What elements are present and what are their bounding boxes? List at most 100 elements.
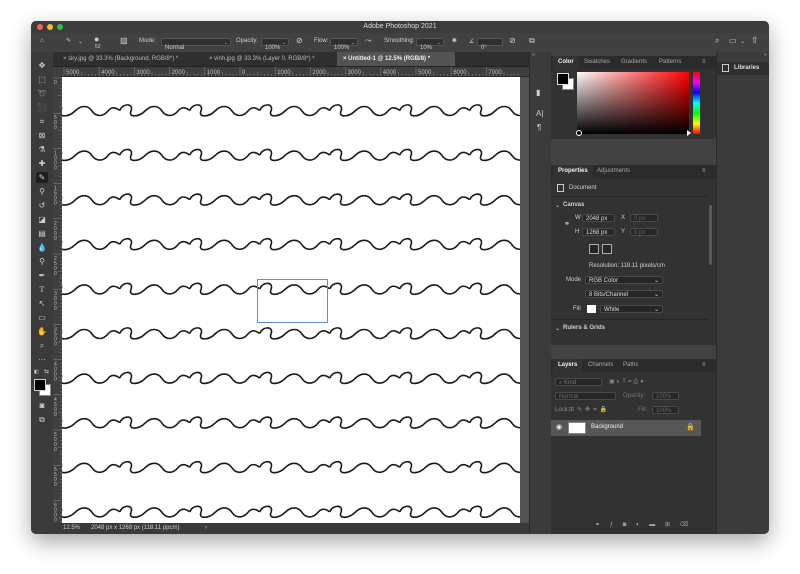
canvas-section-chevron-icon[interactable]: ⌄ <box>555 202 560 209</box>
mode-dropdown[interactable]: Normal ⌄ <box>161 38 231 51</box>
swap-colors-icon[interactable]: ⇆ <box>44 368 49 375</box>
height-field[interactable]: 1268 px <box>582 228 615 236</box>
eraser-tool-icon[interactable]: ◪ <box>36 214 48 225</box>
tab-sky[interactable]: × sky.jpg @ 33.3% (Background, RGB/8*) * <box>57 52 203 66</box>
dodge-tool-icon[interactable]: ⚲ <box>36 256 48 267</box>
y-field[interactable]: 0 px <box>630 228 658 236</box>
tab-channels[interactable]: Channels <box>583 359 618 372</box>
move-tool-icon[interactable]: ✥ <box>36 60 48 71</box>
fill-dropdown[interactable]: White ⌄ <box>600 305 663 313</box>
panel-collapse-arrows[interactable]: » <box>764 52 767 58</box>
color-field-picker[interactable] <box>576 130 582 136</box>
default-colors-icon[interactable]: ◧ <box>34 369 40 375</box>
pen-tool-icon[interactable]: ✒ <box>36 270 48 281</box>
tab-paths[interactable]: Paths <box>618 359 643 372</box>
history-panel-icon[interactable]: ▮ <box>536 88 540 97</box>
brush-tool-preset-icon[interactable]: ✎ <box>66 37 71 46</box>
landscape-orientation-button[interactable] <box>602 244 612 254</box>
tab-vinh[interactable]: × vinh.jpg @ 33.3% (Layer 0, RGB/8*) * <box>203 52 337 66</box>
layer-actions-icons[interactable]: ⚭ ƒ ◙ ◐ ▬ ⊞ ⌫ <box>595 521 692 528</box>
lock-icons[interactable]: ⊞✎✥⌗🔒 <box>569 406 610 414</box>
clone-stamp-tool-icon[interactable]: ⚲ <box>36 186 48 197</box>
rectangle-tool-icon[interactable]: ▭ <box>36 312 48 323</box>
blend-mode-dropdown[interactable]: Normal <box>555 392 616 400</box>
character-panel-icon[interactable]: A| <box>536 109 543 118</box>
screen-mode-icon[interactable]: ⧉ <box>36 414 48 425</box>
marquee-tool-icon[interactable]: ⬚ <box>36 74 48 85</box>
chevron-down-icon[interactable]: ⌄ <box>78 38 83 45</box>
frame-tool-icon[interactable]: ⊠ <box>36 130 48 141</box>
paragraph-panel-icon[interactable]: ¶ <box>537 123 541 132</box>
tab-properties[interactable]: Properties <box>553 165 593 178</box>
tab-untitled-1[interactable]: × Untitled-1 @ 12.5% (RGB/8) * <box>337 52 455 66</box>
layer-fill-field[interactable]: 100% <box>652 406 679 414</box>
horizontal-ruler[interactable]: 5000 4000 3000 2000 1000 0 1000 2000 3000 4000 500… <box>62 67 549 77</box>
eyedropper-tool-icon[interactable]: ⚗ <box>36 144 48 155</box>
panel-menu-icon[interactable]: ≡ <box>702 362 706 368</box>
more-tools-icon[interactable]: ··· <box>36 354 48 365</box>
tab-patterns[interactable]: Patterns <box>654 56 686 69</box>
properties-scrollbar[interactable] <box>709 205 712 265</box>
panel-menu-icon[interactable]: ≡ <box>702 59 706 65</box>
canvas-section-label[interactable]: Canvas <box>563 202 584 208</box>
pressure-opacity-icon[interactable]: ⊘ <box>296 36 303 45</box>
status-menu-arrow[interactable]: › <box>205 523 207 534</box>
chevron-down-icon[interactable]: ⌄ <box>740 38 745 45</box>
zoom-window-button[interactable] <box>57 24 63 30</box>
hue-slider-marker[interactable] <box>687 130 691 136</box>
libraries-button[interactable]: Libraries <box>717 62 769 75</box>
zoom-tool-icon[interactable]: ⌕ <box>36 340 48 351</box>
layer-filter-icons[interactable]: ▣◐T⌗⎙● <box>609 378 646 386</box>
document-info[interactable]: 2048 px x 1268 px (118.11 ppcm) <box>91 523 180 534</box>
quick-select-tool-icon[interactable]: ⬛ <box>36 102 48 113</box>
tab-gradients[interactable]: Gradients <box>616 56 652 69</box>
x-field[interactable]: 0 px <box>630 214 658 222</box>
document-canvas[interactable] <box>62 77 520 523</box>
fill-color-swatch[interactable] <box>587 305 596 313</box>
portrait-orientation-button[interactable] <box>589 244 599 254</box>
crop-tool-icon[interactable]: ⌗ <box>36 116 48 127</box>
type-tool-icon[interactable]: T <box>36 284 48 295</box>
smoothing-field[interactable]: 10% ⌄ <box>416 38 444 51</box>
gradient-tool-icon[interactable]: ▤ <box>36 228 48 239</box>
search-icon[interactable]: ⌕ <box>715 36 719 46</box>
hand-tool-icon[interactable]: ✋ <box>36 326 48 337</box>
brush-preview-icon[interactable]: ● <box>94 34 99 44</box>
symmetry-icon[interactable]: ⧉ <box>529 36 535 46</box>
foreground-color-chip[interactable] <box>557 73 569 85</box>
hue-slider[interactable] <box>693 72 700 134</box>
color-mode-dropdown[interactable]: RGB Color ⌄ <box>585 276 663 284</box>
link-dimensions-icon[interactable]: ⚭ <box>564 220 570 228</box>
foreground-color-swatch[interactable] <box>34 379 46 391</box>
flow-field[interactable]: 100% ⌄ <box>330 38 358 51</box>
tab-color[interactable]: Color <box>553 56 579 69</box>
width-field[interactable]: 2048 px <box>582 214 615 222</box>
zoom-level[interactable]: 12.5% <box>63 523 80 534</box>
healing-brush-tool-icon[interactable]: ✚ <box>36 158 48 169</box>
pressure-size-icon[interactable]: ⊘ <box>509 36 516 45</box>
visibility-eye-icon[interactable]: ◉ <box>556 423 562 431</box>
quick-mask-icon[interactable]: ◙ <box>36 400 48 411</box>
color-field[interactable] <box>577 72 689 134</box>
path-selection-tool-icon[interactable]: ↖ <box>36 298 48 309</box>
tab-adjustments[interactable]: Adjustments <box>592 165 635 178</box>
rulers-grids-section-label[interactable]: Rulers & Grids <box>563 325 605 331</box>
angle-field[interactable]: 0° <box>477 38 503 51</box>
history-brush-tool-icon[interactable]: ↺ <box>36 200 48 211</box>
opacity-field[interactable]: 100% ⌄ <box>261 38 289 51</box>
panel-collapse-arrows[interactable]: « <box>532 52 535 58</box>
layer-kind-filter[interactable]: ⌕ Kind <box>555 378 602 386</box>
close-window-button[interactable] <box>37 24 43 30</box>
bit-depth-dropdown[interactable]: 8 Bits/Channel ⌄ <box>585 290 663 298</box>
brush-tool-icon[interactable]: ✎ <box>36 172 48 183</box>
airbrush-icon[interactable]: ⤳ <box>365 36 371 46</box>
lasso-tool-icon[interactable]: ➰ <box>36 88 48 99</box>
smoothing-gear-icon[interactable]: ✷ <box>451 36 458 45</box>
layer-row-background[interactable]: ◉ Background 🔒 <box>551 420 701 436</box>
layer-opacity-field[interactable]: 100% <box>652 392 679 400</box>
minimize-window-button[interactable] <box>47 24 53 30</box>
tab-layers[interactable]: Layers <box>553 359 583 372</box>
blur-tool-icon[interactable]: 💧 <box>36 242 48 253</box>
share-icon[interactable]: ⇧ <box>751 35 759 46</box>
workspace-icon[interactable]: ▭ <box>729 36 737 45</box>
